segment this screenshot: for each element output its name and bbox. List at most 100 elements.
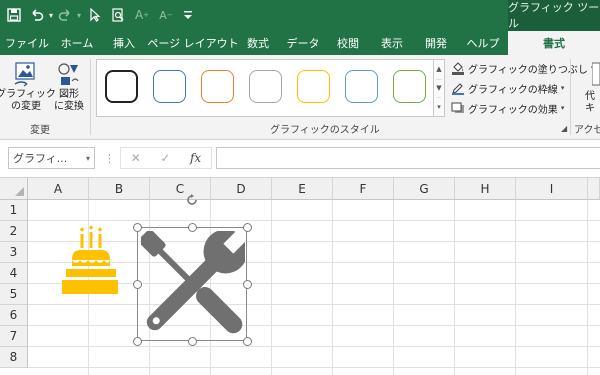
select-all-button[interactable]: [0, 178, 28, 200]
dialog-launcher-icon[interactable]: ◢: [561, 124, 567, 133]
styles-group-label: グラフィックのスタイル: [270, 125, 380, 136]
redo-icon[interactable]: [56, 0, 74, 30]
alt-text-button[interactable]: 代 キ: [585, 91, 595, 115]
formula-input[interactable]: [216, 147, 600, 169]
tab-view[interactable]: 表示: [374, 30, 410, 55]
row-header-5[interactable]: 5: [0, 284, 28, 305]
column-header-partial[interactable]: [588, 178, 600, 200]
style-swatch-blue[interactable]: [153, 70, 186, 103]
insert-function-icon[interactable]: fx: [190, 151, 201, 165]
resize-handle-bottom-right[interactable]: [243, 337, 252, 346]
undo-icon[interactable]: [28, 0, 46, 30]
column-header-g[interactable]: G: [394, 178, 455, 200]
selection-frame: [137, 227, 247, 341]
column-header-d[interactable]: D: [211, 178, 272, 200]
row-header-4[interactable]: 4: [0, 263, 28, 284]
change-graphic-button[interactable]: グラフィック の変更: [0, 61, 56, 113]
gallery-more-icon[interactable]: ▾: [437, 97, 441, 116]
alt-text-label: 代: [585, 91, 595, 102]
convert-to-shape-button[interactable]: 図形 に変換: [52, 61, 86, 113]
save-icon[interactable]: [0, 0, 28, 30]
row-header-1[interactable]: 1: [0, 200, 28, 221]
column-header-h[interactable]: H: [455, 178, 516, 200]
change-group-label: 変更: [30, 125, 50, 136]
grid-line: [515, 200, 516, 375]
column-header-e[interactable]: E: [272, 178, 333, 200]
row-header-6[interactable]: 6: [0, 305, 28, 326]
gallery-down-icon[interactable]: ▼: [436, 78, 442, 98]
alt-text-label-2: キ: [585, 103, 595, 114]
style-swatch-lightblue[interactable]: [345, 70, 378, 103]
rotate-handle-icon[interactable]: [186, 194, 198, 206]
resize-handle-top-left[interactable]: [133, 223, 142, 232]
accessibility-group-label: アクセシ: [574, 125, 600, 136]
grid-line: [393, 200, 394, 375]
paint-bucket-icon: [451, 61, 465, 75]
context-tool-title: グラフィック ツール: [508, 0, 600, 30]
customize-qat-icon[interactable]: [178, 0, 198, 30]
tab-review[interactable]: 校閲: [330, 30, 366, 55]
group-separator: [90, 59, 91, 135]
column-header-b[interactable]: B: [89, 178, 150, 200]
graphic-outline-button[interactable]: グラフィックの枠線 ▾: [451, 79, 564, 97]
row-header-8[interactable]: 8: [0, 347, 28, 368]
resize-handle-right[interactable]: [243, 280, 252, 289]
tab-help[interactable]: ヘルプ: [462, 30, 504, 55]
chevron-down-icon: ▾: [560, 104, 565, 112]
name-box[interactable]: グラフィ... ▾: [8, 147, 95, 169]
change-graphic-icon: [14, 62, 35, 87]
font-shrink-icon[interactable]: A −: [154, 0, 178, 30]
row-header-7[interactable]: 7: [0, 326, 28, 347]
resize-handle-top[interactable]: [188, 223, 197, 232]
graphic-fill-button[interactable]: グラフィックの塗りつぶし ▾: [451, 59, 594, 77]
print-preview-icon[interactable]: [106, 0, 130, 30]
alt-text-icon: [592, 61, 600, 87]
chevron-down-icon[interactable]: ▾: [86, 154, 90, 163]
pointer-icon[interactable]: [84, 0, 106, 30]
style-swatch-gray[interactable]: [249, 70, 282, 103]
change-graphic-label: グラフィック の変更: [0, 89, 56, 112]
effects-icon: [451, 101, 465, 115]
column-header-f[interactable]: F: [333, 178, 394, 200]
style-swatch-orange[interactable]: [201, 70, 234, 103]
pen-outline-icon: [451, 81, 465, 95]
style-swatch-gold[interactable]: [297, 70, 330, 103]
resize-handle-bottom-left[interactable]: [133, 337, 142, 346]
tab-format[interactable]: 書式: [508, 30, 600, 55]
row-header-2[interactable]: 2: [0, 221, 28, 242]
grid-line: [28, 325, 600, 326]
gallery-up-icon[interactable]: ▲: [436, 60, 441, 79]
grid-line: [28, 367, 600, 368]
formula-buttons: ✕ ✓ fx: [120, 147, 212, 169]
undo-dropdown-icon[interactable]: ▾: [46, 0, 56, 30]
ribbon: グラフィック の変更 図形 に変換 変更 ▲ ▼ ▾ グラフィックの塗りつぶし …: [0, 55, 600, 140]
style-swatch-green[interactable]: [393, 70, 426, 103]
resize-handle-left[interactable]: [133, 280, 142, 289]
column-header-c[interactable]: C: [150, 178, 211, 200]
resize-handle-top-right[interactable]: [243, 223, 252, 232]
style-swatch-black[interactable]: [105, 70, 138, 103]
grid-line: [587, 200, 588, 375]
graphic-effects-button[interactable]: グラフィックの効果 ▾: [451, 99, 564, 117]
column-header-a[interactable]: A: [28, 178, 89, 200]
tab-developer[interactable]: 開発: [418, 30, 454, 55]
convert-to-shape-label: 図形 に変換: [54, 89, 84, 112]
enter-icon[interactable]: ✓: [160, 151, 170, 165]
column-header-i[interactable]: I: [516, 178, 588, 200]
group-separator: [570, 59, 571, 135]
grid-line: [271, 200, 272, 375]
tab-data[interactable]: データ: [282, 30, 324, 55]
resize-handle-bottom[interactable]: [188, 337, 197, 346]
tab-insert[interactable]: 挿入: [104, 30, 144, 55]
redo-dropdown-icon[interactable]: ▾: [74, 0, 84, 30]
font-grow-icon[interactable]: A +: [130, 0, 154, 30]
more-options-icon[interactable]: ⋮: [104, 152, 115, 165]
tab-formulas[interactable]: 数式: [242, 30, 274, 55]
tab-file[interactable]: ファイル: [4, 30, 50, 55]
gallery-scrollbar[interactable]: ▲ ▼ ▾: [434, 59, 445, 117]
tab-page-layout[interactable]: ページ レイアウト: [147, 30, 238, 55]
birthday-cake-icon[interactable]: [58, 224, 118, 298]
row-header-3[interactable]: 3: [0, 242, 28, 263]
tab-home[interactable]: ホーム: [54, 30, 100, 55]
cancel-icon[interactable]: ✕: [131, 151, 141, 165]
